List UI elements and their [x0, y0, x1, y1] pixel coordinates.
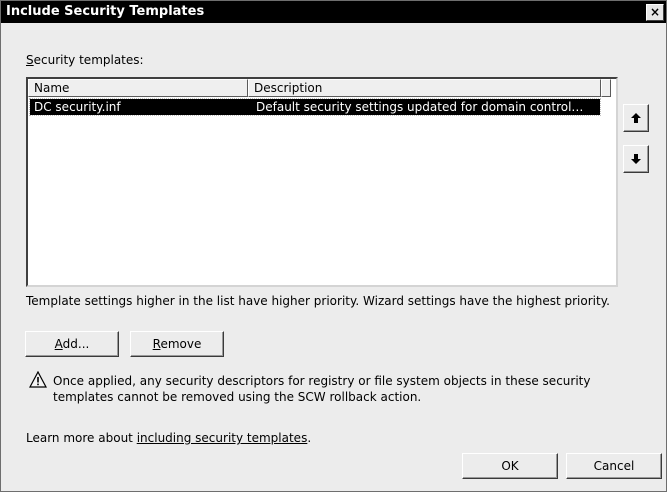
list-item-description: Default security settings updated for do…: [256, 100, 584, 114]
ok-button[interactable]: OK: [462, 453, 558, 479]
title-bar: Include Security Templates ×: [1, 1, 666, 23]
column-header-description[interactable]: Description: [248, 79, 601, 97]
arrow-up-icon: [631, 113, 641, 123]
arrow-down-icon: [631, 154, 641, 164]
learn-more-link[interactable]: including security templates: [137, 431, 308, 445]
security-templates-label: Security templates:: [26, 53, 144, 67]
column-header-filler: [601, 79, 611, 97]
warning-line-2: templates cannot be removed using the SC…: [53, 390, 422, 404]
warning-line-1: Once applied, any security descriptors f…: [53, 374, 591, 388]
security-templates-label-accel: S: [26, 53, 34, 67]
ok-button-label: OK: [501, 459, 519, 473]
warning-icon: [29, 370, 47, 391]
column-header-description-label: Description: [254, 81, 323, 95]
move-down-button[interactable]: [623, 145, 649, 173]
add-button-accel: A: [54, 337, 63, 351]
remove-button-rest: emove: [160, 337, 202, 351]
move-up-button[interactable]: [623, 104, 649, 132]
close-icon: ×: [649, 5, 661, 19]
priority-note: Template settings higher in the list hav…: [26, 294, 610, 308]
close-button[interactable]: ×: [646, 4, 664, 21]
remove-button[interactable]: Remove: [130, 331, 224, 357]
add-button-rest: dd...: [62, 337, 90, 351]
cancel-button-label: Cancel: [593, 459, 635, 473]
security-templates-list[interactable]: Name Description DC security.inf Default…: [26, 77, 618, 287]
learn-more-prefix: Learn more about: [26, 431, 137, 445]
column-header-name-label: Name: [34, 81, 70, 95]
column-header-name[interactable]: Name: [28, 79, 248, 97]
learn-more-text: Learn more about including security temp…: [26, 431, 311, 445]
security-templates-label-rest: ecurity templates:: [33, 53, 144, 67]
list-item[interactable]: DC security.inf Default security setting…: [29, 98, 601, 116]
cancel-button[interactable]: Cancel: [566, 453, 662, 479]
warning-text: Once applied, any security descriptors f…: [53, 373, 590, 405]
dialog-title: Include Security Templates: [6, 4, 205, 19]
include-security-templates-dialog: Include Security Templates × Security te…: [0, 0, 667, 492]
list-header: Name Description: [28, 79, 616, 97]
list-item-name: DC security.inf: [34, 100, 121, 114]
add-button[interactable]: Add...: [25, 331, 119, 357]
learn-more-suffix: .: [307, 431, 312, 445]
